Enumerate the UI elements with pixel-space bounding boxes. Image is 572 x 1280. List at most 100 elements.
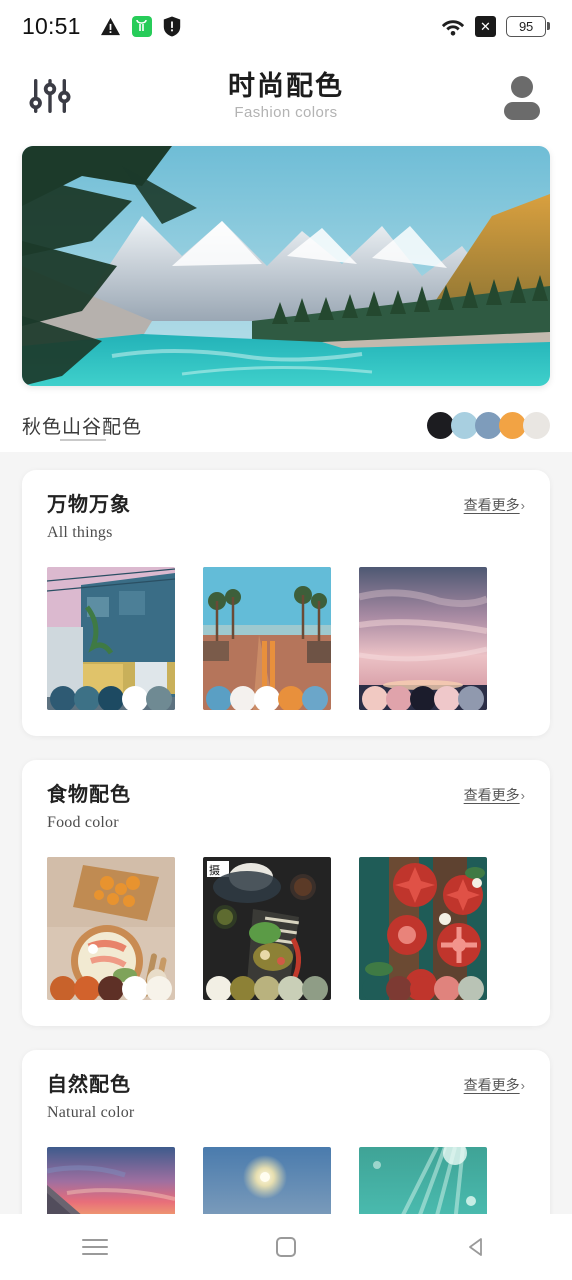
- back-button[interactable]: [442, 1224, 512, 1270]
- section-card: 食物配色 Food color 查看更多 › 摄: [22, 760, 550, 1026]
- palette-swatch: [146, 976, 172, 1000]
- section-title-en: Natural color: [47, 1104, 135, 1121]
- palette-swatch: [122, 686, 148, 710]
- battery-cap: [547, 22, 550, 30]
- palette-swatch: [122, 976, 148, 1000]
- palette-swatch: [386, 976, 412, 1000]
- palette-swatch: [230, 686, 256, 710]
- section-title-cn: 自然配色: [47, 1074, 131, 1096]
- app-bar-titles: 时尚配色 Fashion colors: [0, 52, 572, 140]
- thumbnail-image: [359, 1147, 487, 1223]
- app-root: 10:51 ✕ 95 时尚配色 Fashion colors 秋色山谷配色 万物…: [0, 0, 572, 1280]
- section-title-en: Food color: [47, 814, 119, 831]
- palette-swatch: [410, 976, 436, 1000]
- palette-thumbnail[interactable]: [359, 567, 487, 710]
- section-title-cn: 万物万象: [47, 494, 131, 516]
- palette-swatch: [458, 976, 484, 1000]
- palette-swatch: [146, 686, 172, 710]
- wifi-icon: [441, 19, 465, 36]
- status-bar: 10:51 ✕ 95: [0, 0, 572, 52]
- thumbnail-image: [47, 1147, 175, 1223]
- palette-swatch: [434, 686, 460, 710]
- recents-button[interactable]: [60, 1224, 130, 1270]
- hero-swatch[interactable]: [427, 411, 454, 439]
- hero-swatch-row: [427, 411, 550, 439]
- hero-image: [22, 146, 550, 386]
- palette-swatch: [50, 976, 76, 1000]
- hero-label: 秋色山谷配色: [22, 412, 142, 441]
- palette-swatch: [50, 686, 76, 710]
- palette-swatch: [434, 976, 460, 1000]
- battery-indicator: 95: [506, 15, 550, 37]
- sections-scroll-area: 万物万象 All things 查看更多 › 食物配色 Food color 查…: [0, 452, 572, 1249]
- palette-swatch: [302, 686, 328, 710]
- warning-triangle-icon: [100, 17, 120, 35]
- hero-swatch[interactable]: [475, 411, 502, 439]
- palette-swatch: [302, 976, 328, 1000]
- palette-swatch: [206, 976, 232, 1000]
- palette-thumbnail[interactable]: [203, 567, 331, 710]
- palette-thumbnail[interactable]: [47, 567, 175, 710]
- hero-section: 秋色山谷配色: [0, 140, 572, 452]
- status-time: 10:51: [22, 12, 81, 39]
- home-button[interactable]: [251, 1224, 321, 1270]
- battery-level: 95: [506, 15, 546, 37]
- hero-swatch[interactable]: [523, 411, 550, 439]
- svg-text:摄: 摄: [209, 863, 220, 877]
- view-more-label: 查看更多: [463, 1077, 520, 1093]
- view-more-link[interactable]: 查看更多 ›: [464, 492, 525, 515]
- section-card: 万物万象 All things 查看更多 ›: [22, 470, 550, 736]
- palette-swatch: [386, 686, 412, 710]
- section-header: 自然配色 Natural color 查看更多 ›: [47, 1072, 525, 1122]
- home-icon: [275, 1237, 296, 1257]
- palette-swatch: [230, 976, 256, 1000]
- app-bar: 时尚配色 Fashion colors: [0, 52, 572, 140]
- hero-meta: 秋色山谷配色: [0, 386, 572, 452]
- palette-swatch: [74, 976, 100, 1000]
- palette-swatch: [98, 686, 124, 710]
- hero-swatch[interactable]: [451, 411, 478, 439]
- thumbnail-image: [203, 1147, 331, 1223]
- thumbnail-swatches: [203, 686, 331, 710]
- sliders-icon[interactable]: [26, 74, 74, 118]
- section-titles: 自然配色 Natural color: [47, 1072, 134, 1122]
- page-subtitle: Fashion colors: [234, 104, 338, 122]
- palette-swatch: [254, 686, 280, 710]
- palette-swatch: [74, 686, 100, 710]
- palette-thumbnail[interactable]: [359, 1147, 487, 1223]
- palette-swatch: [362, 686, 388, 710]
- view-more-link[interactable]: 查看更多 ›: [464, 782, 525, 805]
- palette-thumbnail[interactable]: [47, 1147, 175, 1223]
- back-icon: [468, 1238, 482, 1256]
- palette-thumbnail[interactable]: [47, 857, 175, 1000]
- thumbnail-swatches: [359, 976, 487, 1000]
- palette-swatch: [278, 976, 304, 1000]
- chevron-right-icon: ›: [520, 497, 525, 513]
- thumbnail-row: 摄: [47, 857, 525, 1000]
- section-header: 万物万象 All things 查看更多 ›: [47, 492, 525, 542]
- thumbnail-swatches: [359, 686, 487, 710]
- hero-swatch[interactable]: [499, 411, 526, 439]
- palette-thumbnail[interactable]: [203, 1147, 331, 1223]
- status-left-icons: [100, 15, 181, 37]
- section-title-en: All things: [47, 524, 113, 541]
- palette-swatch: [410, 686, 436, 710]
- chevron-right-icon: ›: [520, 1077, 525, 1093]
- palette-swatch: [206, 686, 232, 710]
- hero-underline: [60, 438, 106, 441]
- thumbnail-swatches: [203, 976, 331, 1000]
- recents-icon: [82, 1234, 109, 1260]
- hero-card[interactable]: [22, 146, 550, 386]
- view-more-link[interactable]: 查看更多 ›: [464, 1072, 525, 1095]
- palette-swatch: [278, 686, 304, 710]
- system-nav-bar: [0, 1214, 572, 1280]
- view-more-label: 查看更多: [463, 787, 520, 803]
- status-right-icons: ✕ 95: [441, 15, 550, 37]
- section-header: 食物配色 Food color 查看更多 ›: [47, 782, 525, 832]
- green-app-icon: [131, 15, 152, 37]
- avatar[interactable]: [498, 72, 546, 120]
- palette-thumbnail[interactable]: [359, 857, 487, 1000]
- palette-thumbnail[interactable]: 摄: [203, 857, 331, 1000]
- chevron-right-icon: ›: [520, 787, 525, 803]
- thumbnail-row: [47, 1147, 525, 1223]
